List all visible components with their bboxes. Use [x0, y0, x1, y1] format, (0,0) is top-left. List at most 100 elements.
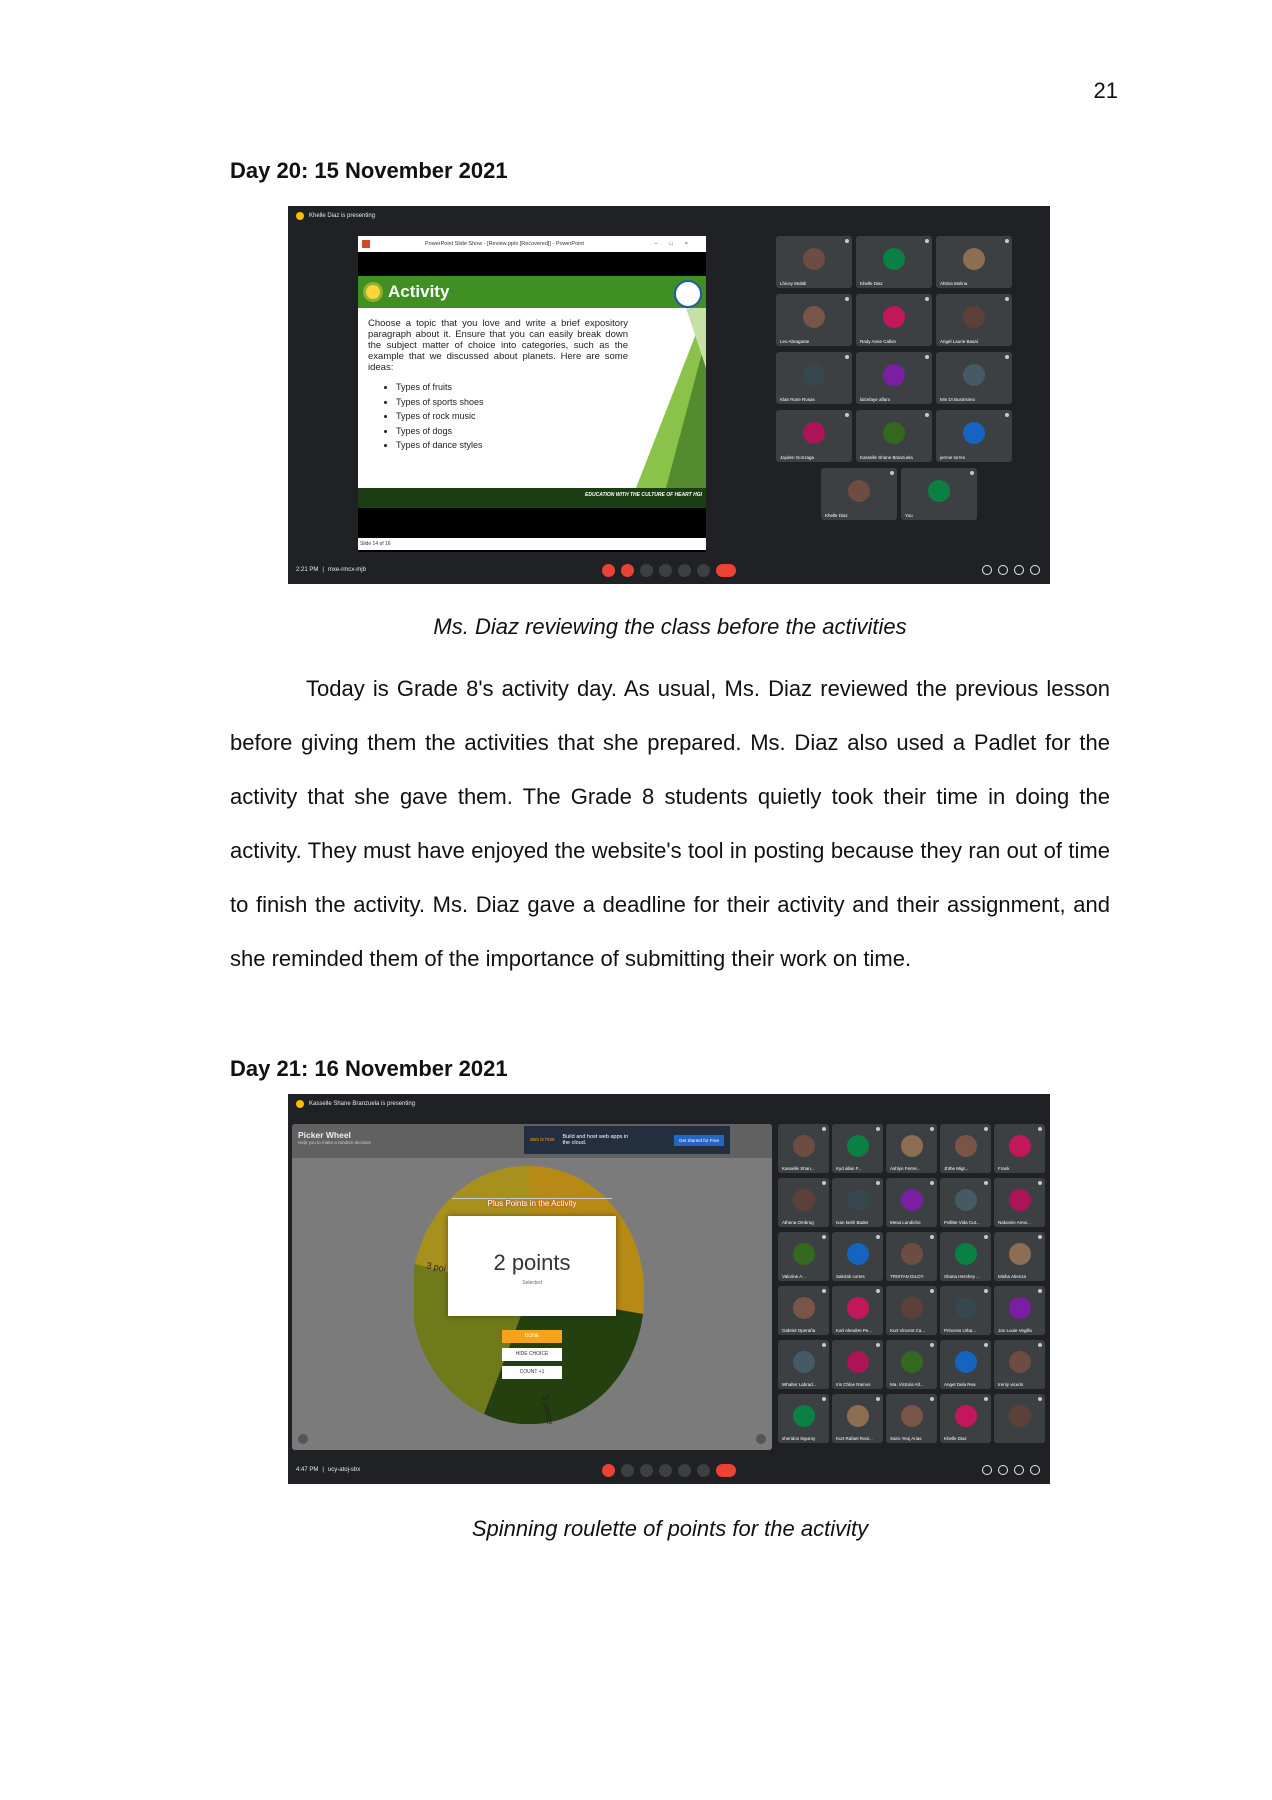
participant-tile[interactable]: Angel Dela Rea: [940, 1340, 991, 1389]
avatar: [963, 305, 985, 328]
captions-button[interactable]: [640, 1463, 653, 1477]
participant-tile[interactable]: Jan Louie Vegillo: [994, 1286, 1045, 1335]
more-options-button[interactable]: [697, 1463, 710, 1477]
participant-tile[interactable]: Ashlyn Ferrer...: [886, 1124, 937, 1173]
participant-name: Iris Chloe Ramos: [836, 1382, 871, 1387]
participant-tile[interactable]: Irenly vicedo: [994, 1340, 1045, 1389]
info-icon[interactable]: [982, 565, 992, 575]
window-controls-icon[interactable]: –□×: [654, 241, 700, 247]
participant-tile[interactable]: Kurt Vincent Ca...: [886, 1286, 937, 1335]
activities-icon[interactable]: [1030, 565, 1040, 575]
participant-tile[interactable]: Frank: [994, 1124, 1045, 1173]
done-button[interactable]: DONE: [502, 1330, 562, 1343]
mic-muted-icon: [845, 239, 849, 243]
ad-text: Build and host web apps in the cloud.: [562, 1134, 629, 1146]
participant-tile[interactable]: Sairo Yeoj Arias: [886, 1394, 937, 1443]
participant-name: Kyd allan F...: [836, 1166, 862, 1171]
participant-tile[interactable]: Whalter Labrad...: [778, 1340, 829, 1389]
participant-tile[interactable]: lalzefaye alfaro: [856, 352, 932, 404]
activities-icon[interactable]: [1030, 1465, 1040, 1475]
participant-tile[interactable]: Kyd allan F...: [832, 1124, 883, 1173]
participant-tile[interactable]: Khelle Diaz: [856, 236, 932, 288]
participant-tile[interactable]: Valorine A...: [778, 1232, 829, 1281]
participant-name: Angel Dela Rea: [944, 1382, 976, 1387]
captions-button[interactable]: [640, 563, 653, 577]
people-icon[interactable]: [998, 565, 1008, 575]
slide-list-item: Types of sports shoes: [396, 395, 484, 410]
chat-icon[interactable]: [1014, 565, 1024, 575]
raise-hand-button[interactable]: [659, 563, 672, 577]
ad-banner[interactable]: aws is how Build and host web apps in th…: [524, 1126, 730, 1154]
participant-tile[interactable]: Jayden Gonzaga: [776, 410, 852, 462]
camera-button[interactable]: [621, 1463, 634, 1477]
participant-tile[interactable]: Rady Anne Callon: [856, 294, 932, 346]
participant-tile[interactable]: You: [901, 468, 977, 520]
participant-tile[interactable]: Shana Hershey ...: [940, 1232, 991, 1281]
participant-tile[interactable]: Ahtina Molina: [936, 236, 1012, 288]
avatar: [963, 247, 985, 270]
participant-tile[interactable]: Kurt Rafael Roni...: [832, 1394, 883, 1443]
participant-tile[interactable]: Ma. Victoria Alt...: [886, 1340, 937, 1389]
participant-tile[interactable]: [994, 1394, 1045, 1443]
participant-tile[interactable]: Ivan keith Bader: [832, 1178, 883, 1227]
camera-off-button[interactable]: [621, 563, 634, 577]
participant-tile[interactable]: Karl Alendrei Pe...: [832, 1286, 883, 1335]
present-button[interactable]: [678, 1463, 691, 1477]
end-call-button[interactable]: [716, 1463, 736, 1477]
participant-tile[interactable]: Gabriel Operaña: [778, 1286, 829, 1335]
end-call-button[interactable]: [716, 563, 736, 577]
ad-button[interactable]: Get Started for Free: [673, 1134, 724, 1146]
meeting-time: 2:21 PM: [296, 567, 319, 573]
info-icon[interactable]: [982, 1465, 992, 1475]
participant-tile[interactable]: jermie torres: [936, 410, 1012, 462]
mic-muted-icon: [1005, 413, 1009, 417]
count-button[interactable]: COUNT +1: [502, 1366, 562, 1379]
participant-tile[interactable]: Nakomie Arevi...: [994, 1178, 1045, 1227]
mic-off-button[interactable]: [602, 563, 615, 577]
participant-tile[interactable]: Khelle Diaz: [821, 468, 897, 520]
participant-tile[interactable]: Kasselle Shan...: [778, 1124, 829, 1173]
participant-tile[interactable]: Kasselle Shane Branzuela: [856, 410, 932, 462]
participant-tile[interactable]: Pollitte Vida Cut...: [940, 1178, 991, 1227]
participant-tile[interactable]: Khelle Diaz: [940, 1394, 991, 1443]
participant-tile[interactable]: Klair Rose Rosas: [776, 352, 852, 404]
avatar: [900, 1134, 923, 1157]
participant-tile[interactable]: Iris Chloe Ramos: [832, 1340, 883, 1389]
participant-name: Nakomie Arevi...: [998, 1220, 1031, 1225]
participant-name: Whalter Labrad...: [782, 1382, 817, 1387]
participant-tile[interactable]: Mesa Landicho: [886, 1178, 937, 1227]
raise-hand-button[interactable]: [659, 1463, 672, 1477]
participant-tile[interactable]: Angel Laurie Basal: [936, 294, 1012, 346]
participant-tile[interactable]: Princess Urba...: [940, 1286, 991, 1335]
participant-name: sheridon leguroy: [782, 1436, 816, 1441]
mic-muted-icon: [930, 1235, 934, 1239]
avatar: [803, 247, 825, 270]
participant-tile[interactable]: Sakirah cortes: [832, 1232, 883, 1281]
participant-tile[interactable]: Athena Ombrog: [778, 1178, 829, 1227]
participant-tile[interactable]: Leo Abragante: [776, 294, 852, 346]
more-options-button[interactable]: [697, 563, 710, 577]
participant-tile[interactable]: sheridon leguroy: [778, 1394, 829, 1443]
powerpoint-window: PowerPoint Slide Show - [Review.pptx [Re…: [358, 236, 706, 552]
presenter-icon: [296, 1100, 304, 1108]
participant-tile[interactable]: TRISTAN DILOY: [886, 1232, 937, 1281]
present-button[interactable]: [678, 563, 691, 577]
hide-choice-button[interactable]: HIDE CHOICE: [502, 1348, 562, 1361]
slide: Activity Choose a topic that you love an…: [358, 276, 706, 508]
refresh-icon[interactable]: [298, 1434, 308, 1444]
participant-tile[interactable]: Lhicey Mubtli: [776, 236, 852, 288]
avatar: [900, 1242, 923, 1265]
participant-name: Rady Anne Callon: [860, 339, 897, 344]
participant-tile[interactable]: Misha Atienza: [994, 1232, 1045, 1281]
mic-muted-icon: [1038, 1127, 1042, 1131]
avatar: [883, 421, 905, 444]
avatar: [792, 1350, 815, 1373]
participant-tile[interactable]: Min Di Bustrisimo: [936, 352, 1012, 404]
people-icon[interactable]: [998, 1465, 1008, 1475]
edit-icon[interactable]: [756, 1434, 766, 1444]
avatar: [954, 1404, 977, 1427]
mic-muted-icon: [876, 1235, 880, 1239]
chat-icon[interactable]: [1014, 1465, 1024, 1475]
mic-off-button[interactable]: [602, 1463, 615, 1477]
participant-tile[interactable]: Jhthe Migr...: [940, 1124, 991, 1173]
